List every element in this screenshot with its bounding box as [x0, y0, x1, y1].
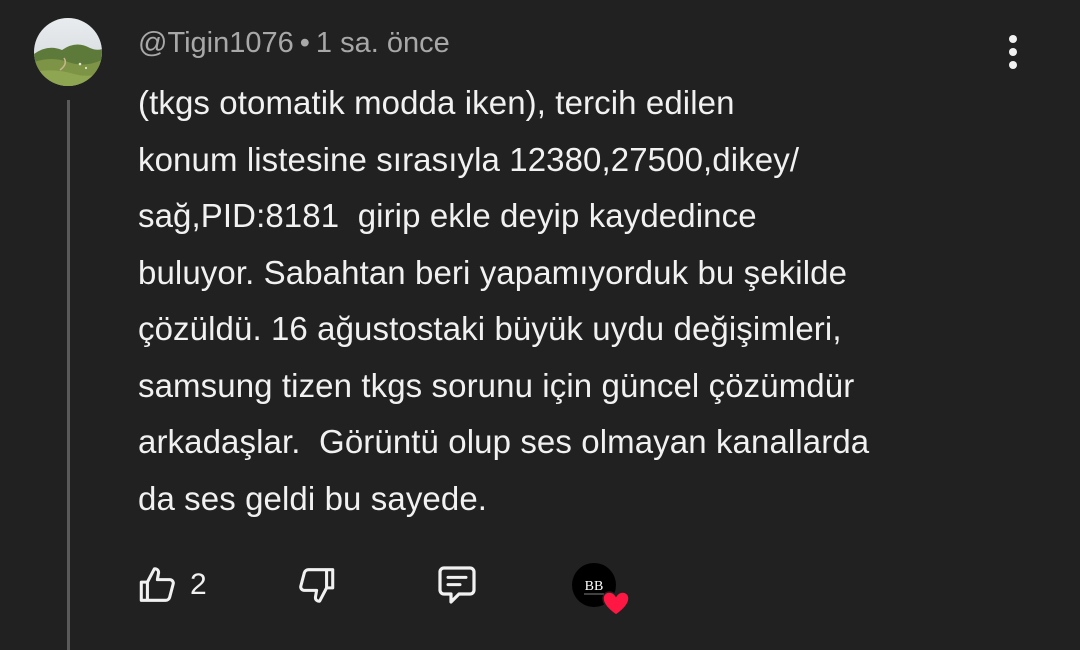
comment-text-line: konum listesine sırasıyla 12380,27500,di…: [138, 140, 800, 178]
comment-text-line: çözüldü. 16 ağustostaki büyük uydu değiş…: [138, 310, 842, 347]
comment-text-line: arkadaşlar. Görüntü olup ses olmayan kan…: [138, 423, 870, 460]
meta-separator: •: [299, 27, 310, 59]
more-options-button[interactable]: [995, 30, 1031, 74]
author-name[interactable]: @Tigin1076: [138, 27, 294, 59]
comment-text-line: sağ,PID:8181 girip ekle deyip kaydedince: [138, 197, 757, 234]
avatar-landscape-image: [34, 18, 102, 86]
dislike-button[interactable]: [294, 560, 340, 610]
creator-heart-icon: BB: [572, 563, 630, 616]
like-count: 2: [190, 568, 207, 601]
comment-text-line: (tkgs otomatik modda iken), tercih edile…: [138, 84, 735, 121]
more-vertical-icon: [1009, 35, 1017, 69]
like-button[interactable]: 2: [134, 560, 207, 610]
comment-text-line: buluyor. Sabahtan beri yapamıyorduk bu ş…: [138, 253, 848, 291]
thumbs-up-icon: [139, 567, 175, 602]
author-avatar[interactable]: [34, 18, 102, 86]
comment-icon: [438, 566, 476, 604]
comment-header: @Tigin1076 • 1 sa. önce: [138, 26, 450, 60]
thumbs-down-icon: [299, 568, 335, 603]
comment: @Tigin1076 • 1 sa. önce (tkgs otomatik mod…: [0, 0, 1080, 650]
creator-badge-text: BB: [585, 579, 604, 594]
comment-timestamp[interactable]: 1 sa. önce: [316, 27, 450, 59]
comment-text-line: da ses geldi bu sayede.: [138, 479, 488, 517]
reply-button[interactable]: [432, 560, 482, 610]
comment-text: (tkgs otomatik modda iken), tercih edile…: [138, 75, 1018, 527]
comment-actions: 2: [0, 560, 1080, 620]
comment-text-line: samsung tizen tkgs sorunu için güncel çö…: [138, 366, 855, 404]
creator-heart-badge[interactable]: BB: [572, 563, 634, 618]
